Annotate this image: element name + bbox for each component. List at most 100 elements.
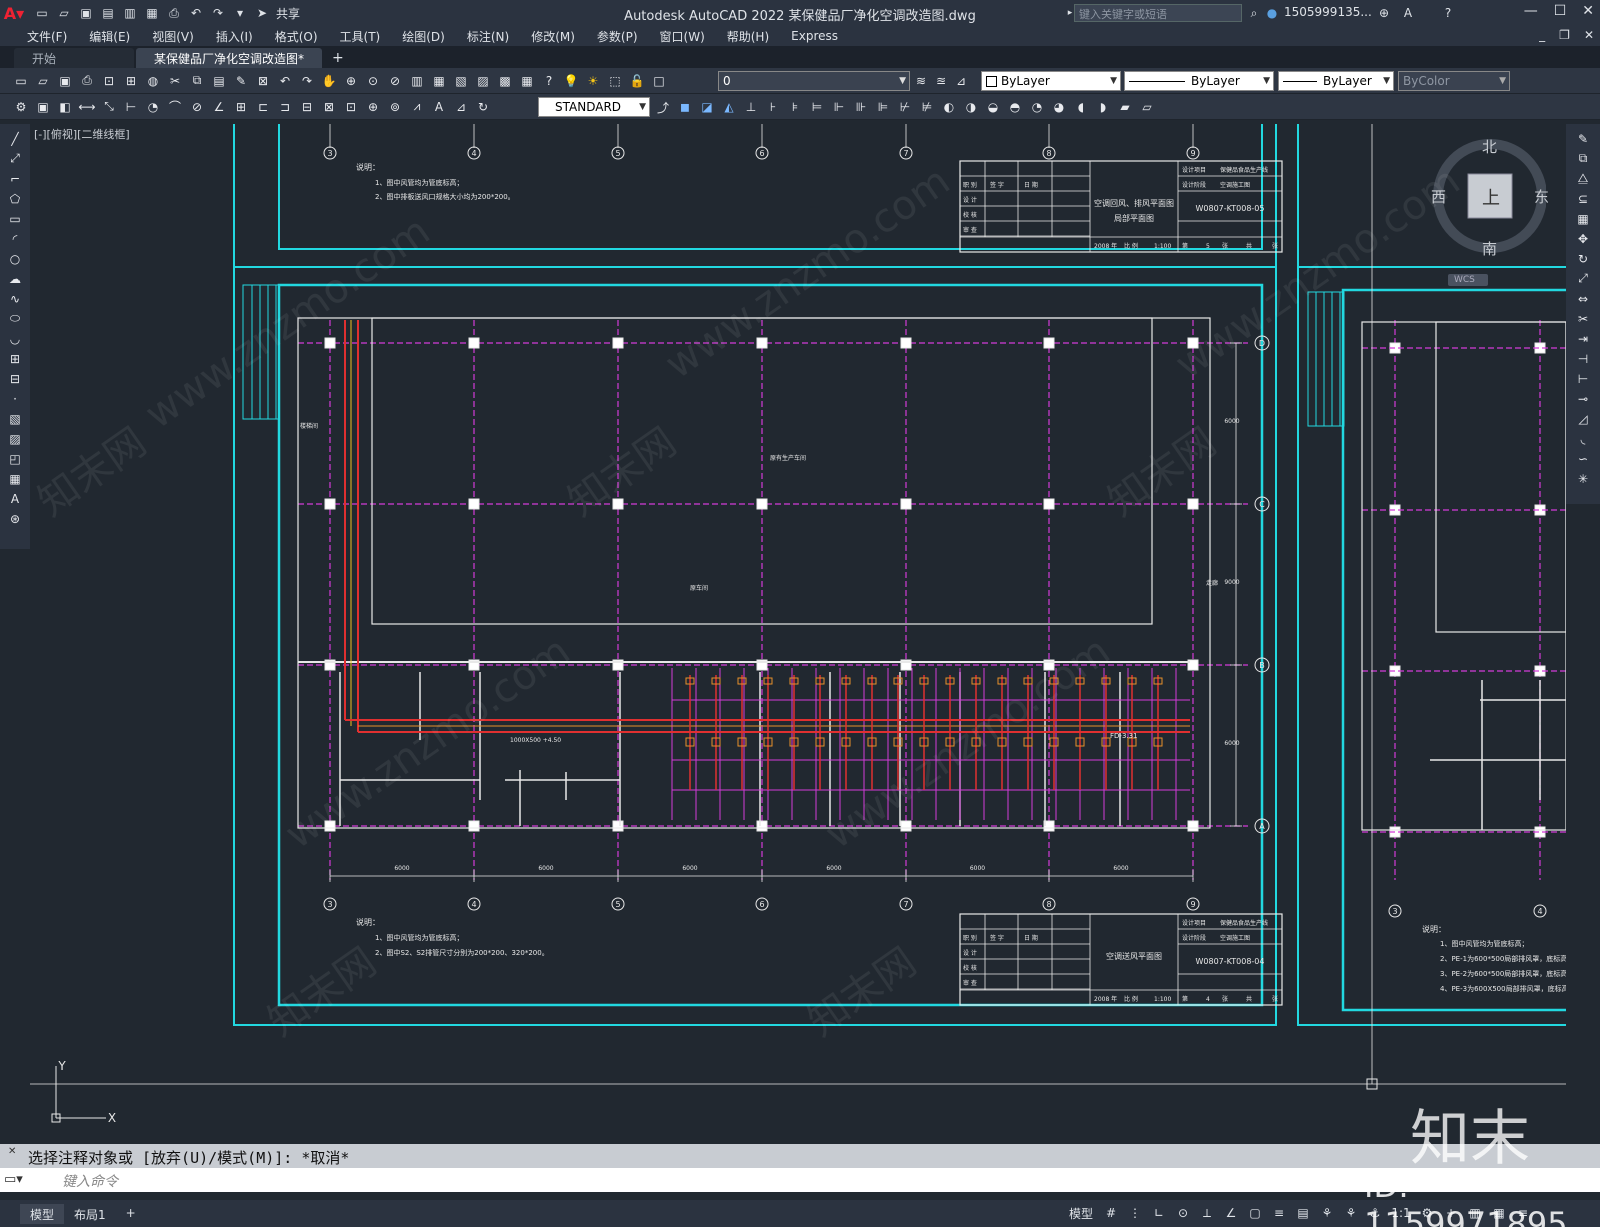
spline-icon[interactable]: ∿ <box>6 290 24 307</box>
qat-dropdown-icon[interactable]: ▾ <box>232 5 248 21</box>
maximize-icon[interactable]: ☐ <box>1554 3 1567 19</box>
ucs-y-icon[interactable]: ⊬ <box>896 98 914 116</box>
layer-walk-icon[interactable]: ◧ <box>56 98 74 116</box>
plotstyle-dropdown[interactable]: ByColor ▼ <box>1398 71 1510 91</box>
cut-icon[interactable]: ✂ <box>166 72 184 90</box>
offset-icon[interactable]: ⊆ <box>1574 190 1592 207</box>
center-mark-icon[interactable]: ⊕ <box>364 98 382 116</box>
polygon-icon[interactable]: ⬠ <box>6 190 24 207</box>
block-editor-icon[interactable]: ⊠ <box>254 72 272 90</box>
chamfer-icon[interactable]: ◿ <box>1574 410 1592 427</box>
viewport-controls-label[interactable]: [-][俯视][二维线框] <box>34 126 130 142</box>
dim-aligned-icon[interactable]: ⤡ <box>100 98 118 116</box>
linetype-dropdown[interactable]: ByLayer ▼ <box>1124 71 1274 91</box>
layer-vp-icon[interactable]: ⬚ <box>606 72 624 90</box>
ucs-3point-icon[interactable]: ⊪ <box>852 98 870 116</box>
dim-radius-icon[interactable]: ◔ <box>144 98 162 116</box>
dim-text-edit-icon[interactable]: ⊿ <box>452 98 470 116</box>
calculator-icon[interactable]: ▦ <box>518 72 536 90</box>
redo-icon[interactable]: ↷ <box>210 5 226 21</box>
scale-icon[interactable]: ⤢ <box>1574 270 1592 287</box>
markup-icon[interactable]: ▩ <box>496 72 514 90</box>
pan-icon[interactable]: ✋ <box>320 72 338 90</box>
mirror-icon[interactable]: ⧋ <box>1574 170 1592 187</box>
hatch-icon[interactable]: ▧ <box>6 410 24 427</box>
menu-help[interactable]: 帮助(H) <box>716 28 780 45</box>
grid-icon[interactable]: # <box>1101 1204 1121 1222</box>
paste-icon[interactable]: ▤ <box>210 72 228 90</box>
dim-baseline-icon[interactable]: ⊏ <box>254 98 272 116</box>
erase-icon[interactable]: ✎ <box>1574 130 1592 147</box>
dim-arc-icon[interactable]: ⌒ <box>166 98 184 116</box>
tab-start[interactable]: 开始 <box>14 48 134 68</box>
tolerance-icon[interactable]: ⊡ <box>342 98 360 116</box>
lineweight-dropdown[interactable]: ByLayer ▼ <box>1278 71 1394 91</box>
viewcube[interactable]: 北 南 西 东 上 WCS <box>1426 136 1549 296</box>
ucs-view-icon[interactable]: ⊧ <box>786 98 804 116</box>
3d-print-icon[interactable]: ◍ <box>144 72 162 90</box>
3d-box-icon[interactable]: ◼ <box>676 98 694 116</box>
ortho-icon[interactable]: ∟ <box>1149 1204 1169 1222</box>
viewcube-south[interactable]: 南 <box>1482 238 1497 259</box>
wcs-menu[interactable]: WCS <box>1454 275 1475 285</box>
menu-tools[interactable]: 工具(T) <box>329 28 392 45</box>
properties-icon[interactable]: ▥ <box>408 72 426 90</box>
layer-on-icon[interactable]: 💡 <box>562 72 580 90</box>
polar-icon[interactable]: ⊙ <box>1173 1204 1193 1222</box>
minimize-icon[interactable]: — <box>1524 3 1538 19</box>
visual-style-icon[interactable]: ◐ <box>940 98 958 116</box>
ellipse-icon[interactable]: ⬭ <box>6 310 24 327</box>
fillet-icon[interactable]: ◟ <box>1574 430 1592 447</box>
fly-icon[interactable]: ◗ <box>1094 98 1112 116</box>
viewcube-west[interactable]: 西 <box>1431 186 1446 207</box>
extend-icon[interactable]: ⇥ <box>1574 330 1592 347</box>
publish-icon[interactable]: ⊞ <box>122 72 140 90</box>
help-icon[interactable]: ? <box>1440 5 1456 21</box>
walk-icon[interactable]: ◖ <box>1072 98 1090 116</box>
layer-states-icon[interactable]: ▣ <box>34 98 52 116</box>
ucs-face-icon[interactable]: ⊩ <box>830 98 848 116</box>
copy-object-icon[interactable]: ⧉ <box>1574 150 1592 167</box>
layer-color-icon[interactable]: □ <box>650 72 668 90</box>
new-tab-icon[interactable]: + <box>332 50 344 68</box>
dim-ordinate-icon[interactable]: ⊢ <box>122 98 140 116</box>
menu-modify[interactable]: 修改(M) <box>520 28 586 45</box>
autodesk-app-icon[interactable]: A <box>1400 5 1416 21</box>
array-icon[interactable]: ▦ <box>1574 210 1592 227</box>
menu-format[interactable]: 格式(O) <box>264 28 329 45</box>
layer-lock-icon[interactable]: 🔓 <box>628 72 646 90</box>
workspace-icon[interactable]: ⚙ <box>12 98 30 116</box>
layer-manager-icon[interactable]: ≋ <box>912 72 930 90</box>
drawing-canvas[interactable]: 3 3 4 4 5 5 6 6 7 7 8 8 9 9 D C B A 3 4 1000X500 +4.50 FD-3.3… <box>30 124 1566 1144</box>
3d-cone-icon[interactable]: ◭ <box>720 98 738 116</box>
animation-icon[interactable]: ▱ <box>1138 98 1156 116</box>
menu-window[interactable]: 窗口(W) <box>649 28 716 45</box>
join-icon[interactable]: ⊸ <box>1574 390 1592 407</box>
new-file-icon[interactable]: ▭ <box>34 5 50 21</box>
add-selected-icon[interactable]: ⊛ <box>6 510 24 527</box>
ucs-icon[interactable]: ⊥ <box>742 98 760 116</box>
ucs-object-icon[interactable]: ⊨ <box>808 98 826 116</box>
mtext-icon[interactable]: A <box>6 490 24 507</box>
model-space-toggle[interactable]: 模型 <box>1065 1204 1097 1222</box>
auto-scale-icon[interactable]: ⚘ <box>1341 1204 1361 1222</box>
zoom-previous-icon[interactable]: ⊘ <box>386 72 404 90</box>
command-close-icon[interactable]: ✕ <box>8 1146 16 1157</box>
zoom-window-icon[interactable]: ⊙ <box>364 72 382 90</box>
light-icon[interactable]: ◕ <box>1050 98 1068 116</box>
circle-icon[interactable]: ○ <box>6 250 24 267</box>
polyline-icon[interactable]: ⌐ <box>6 170 24 187</box>
menu-view[interactable]: 视图(V) <box>141 28 205 45</box>
gradient-icon[interactable]: ▨ <box>6 430 24 447</box>
rotate-icon[interactable]: ↻ <box>1574 250 1592 267</box>
add-layout-button[interactable]: + <box>115 1203 146 1224</box>
doc-restore-icon[interactable]: ❐ <box>1559 28 1570 42</box>
redo-tb-icon[interactable]: ↷ <box>298 72 316 90</box>
inspect-icon[interactable]: ⊚ <box>386 98 404 116</box>
shade-icon[interactable]: ◒ <box>984 98 1002 116</box>
trim-icon[interactable]: ✂ <box>1574 310 1592 327</box>
dim-linear-icon[interactable]: ⟷ <box>78 98 96 116</box>
hide-icon[interactable]: ◑ <box>962 98 980 116</box>
save-tb-icon[interactable]: ▣ <box>56 72 74 90</box>
plot-icon[interactable]: ⎙ <box>78 72 96 90</box>
